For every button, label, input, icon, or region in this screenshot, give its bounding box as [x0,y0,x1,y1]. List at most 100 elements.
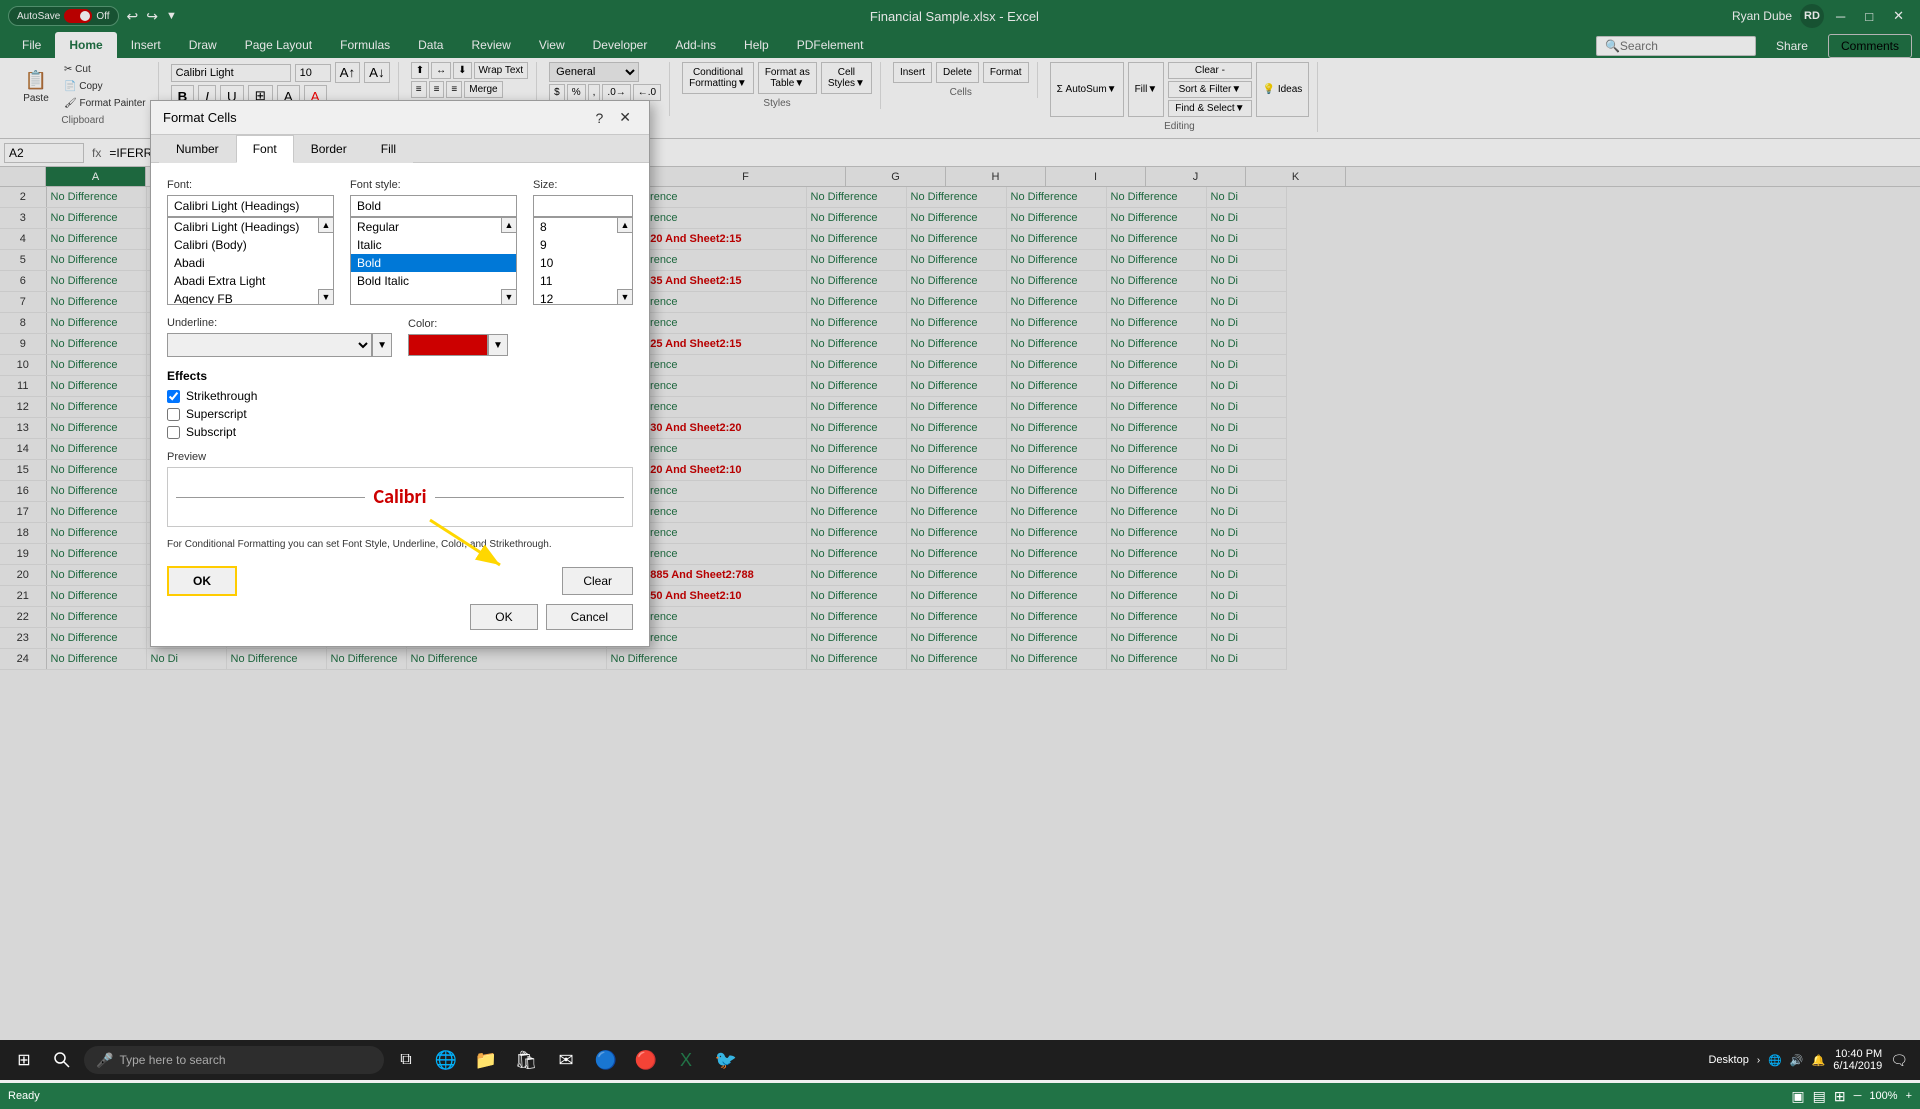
align-middle-button[interactable]: ↔ [431,62,451,79]
cell-2-8[interactable]: No Difference [1006,187,1106,208]
style-list-scroll-up[interactable]: ▲ [501,217,517,233]
cell-17-10[interactable]: No Di [1206,502,1286,523]
cell-22-9[interactable]: No Difference [1106,607,1206,628]
row-header-24[interactable]: 24 [0,649,46,670]
cell-10-8[interactable]: No Difference [1006,355,1106,376]
underline-dropdown[interactable]: ▼ [372,333,392,357]
cell-17-8[interactable]: No Difference [1006,502,1106,523]
cell-7-0[interactable]: No Difference [46,292,146,313]
row-header-21[interactable]: 21 [0,586,46,607]
row-header-10[interactable]: 10 [0,355,46,376]
cell-21-7[interactable]: No Difference [906,586,1006,607]
quick-access-more[interactable]: ▼ [166,10,177,22]
row-header-3[interactable]: 3 [0,208,46,229]
cell-17-6[interactable]: No Difference [806,502,906,523]
ribbon-search-box[interactable]: 🔍 [1596,36,1756,56]
cell-3-8[interactable]: No Difference [1006,208,1106,229]
tab-pdfelement[interactable]: PDFelement [783,32,878,58]
minimize-button[interactable]: ─ [1828,7,1853,26]
cell-22-0[interactable]: No Difference [46,607,146,628]
col-header-A[interactable]: A [46,167,146,186]
cell-7-8[interactable]: No Difference [1006,292,1106,313]
tab-insert[interactable]: Insert [117,32,175,58]
row-header-6[interactable]: 6 [0,271,46,292]
taskbar-mail-icon[interactable]: ✉ [548,1040,584,1080]
autosave-badge[interactable]: AutoSave Off [8,6,119,26]
cell-24-4[interactable]: No Difference [406,649,606,670]
comments-button[interactable]: Comments [1828,34,1912,58]
cell-20-10[interactable]: No Di [1206,565,1286,586]
number-format-select[interactable]: General [549,62,639,82]
cell-22-7[interactable]: No Difference [906,607,1006,628]
currency-button[interactable]: $ [549,84,565,101]
redo-icon[interactable]: ↪ [146,8,158,25]
cell-15-8[interactable]: No Difference [1006,460,1106,481]
row-header-19[interactable]: 19 [0,544,46,565]
cell-14-10[interactable]: No Di [1206,439,1286,460]
cell-21-8[interactable]: No Difference [1006,586,1106,607]
cell-9-7[interactable]: No Difference [906,334,1006,355]
increase-font-button[interactable]: A↑ [335,62,361,83]
search-taskbar[interactable] [44,1040,80,1080]
row-header-12[interactable]: 12 [0,397,46,418]
cell-4-10[interactable]: No Di [1206,229,1286,250]
tab-help[interactable]: Help [730,32,783,58]
cell-24-1[interactable]: No Di [146,649,226,670]
font-list-item-agency-fb[interactable]: Agency FB [168,290,333,305]
cell-16-0[interactable]: No Difference [46,481,146,502]
font-size-input-modal[interactable] [533,195,633,217]
taskbar-explorer-icon[interactable]: 📁 [468,1040,504,1080]
ok-button-highlighted[interactable]: OK [167,566,237,596]
style-list-scroll-down[interactable]: ▼ [501,289,517,305]
cell-13-0[interactable]: No Difference [46,418,146,439]
cell-20-8[interactable]: No Difference [1006,565,1106,586]
row-header-23[interactable]: 23 [0,628,46,649]
cut-button[interactable]: ✂ Cut [60,62,150,77]
cell-18-10[interactable]: No Di [1206,523,1286,544]
cell-13-9[interactable]: No Difference [1106,418,1206,439]
start-button[interactable]: ⊞ [4,1040,44,1080]
cell-4-6[interactable]: No Difference [806,229,906,250]
cell-10-0[interactable]: No Difference [46,355,146,376]
cell-19-8[interactable]: No Difference [1006,544,1106,565]
cell-3-10[interactable]: No Di [1206,208,1286,229]
cell-8-10[interactable]: No Di [1206,313,1286,334]
cell-17-0[interactable]: No Difference [46,502,146,523]
autosum-button[interactable]: Σ AutoSum▼ [1050,62,1124,117]
row-header-9[interactable]: 9 [0,334,46,355]
cell-18-8[interactable]: No Difference [1006,523,1106,544]
cell-2-7[interactable]: No Difference [906,187,1006,208]
cell-20-0[interactable]: No Difference [46,565,146,586]
font-list-item-calibri-body[interactable]: Calibri (Body) [168,236,333,254]
row-header-7[interactable]: 7 [0,292,46,313]
modal-tab-border[interactable]: Border [294,135,364,163]
cell-2-0[interactable]: No Difference [46,187,146,208]
cell-16-6[interactable]: No Difference [806,481,906,502]
font-style-input[interactable] [350,195,517,217]
cell-14-9[interactable]: No Difference [1106,439,1206,460]
cell-16-7[interactable]: No Difference [906,481,1006,502]
taskbar-app8-icon[interactable]: 🐦 [708,1040,744,1080]
row-header-18[interactable]: 18 [0,523,46,544]
color-swatch-button[interactable] [408,334,488,356]
ideas-button[interactable]: 💡 Ideas [1256,62,1310,117]
sort-filter-button[interactable]: Sort & Filter▼ [1168,81,1251,98]
cell-10-9[interactable]: No Difference [1106,355,1206,376]
cell-11-8[interactable]: No Difference [1006,376,1106,397]
page-layout-icon[interactable]: ▤ [1813,1088,1826,1105]
notification-icon[interactable]: 🗨 [1890,1052,1908,1069]
row-header-8[interactable]: 8 [0,313,46,334]
tab-formulas[interactable]: Formulas [326,32,404,58]
cell-23-7[interactable]: No Difference [906,628,1006,649]
fill-button[interactable]: Fill▼ [1128,62,1165,117]
font-size-input[interactable] [295,64,331,82]
cell-3-6[interactable]: No Difference [806,208,906,229]
align-center-button[interactable]: ≡ [429,81,445,98]
modal-close-button[interactable]: ✕ [613,107,637,128]
cell-9-0[interactable]: No Difference [46,334,146,355]
row-header-17[interactable]: 17 [0,502,46,523]
wrap-text-button[interactable]: Wrap Text [474,62,529,79]
normal-view-icon[interactable]: ▣ [1791,1088,1804,1105]
close-button[interactable]: ✕ [1885,6,1912,26]
cell-20-9[interactable]: No Difference [1106,565,1206,586]
